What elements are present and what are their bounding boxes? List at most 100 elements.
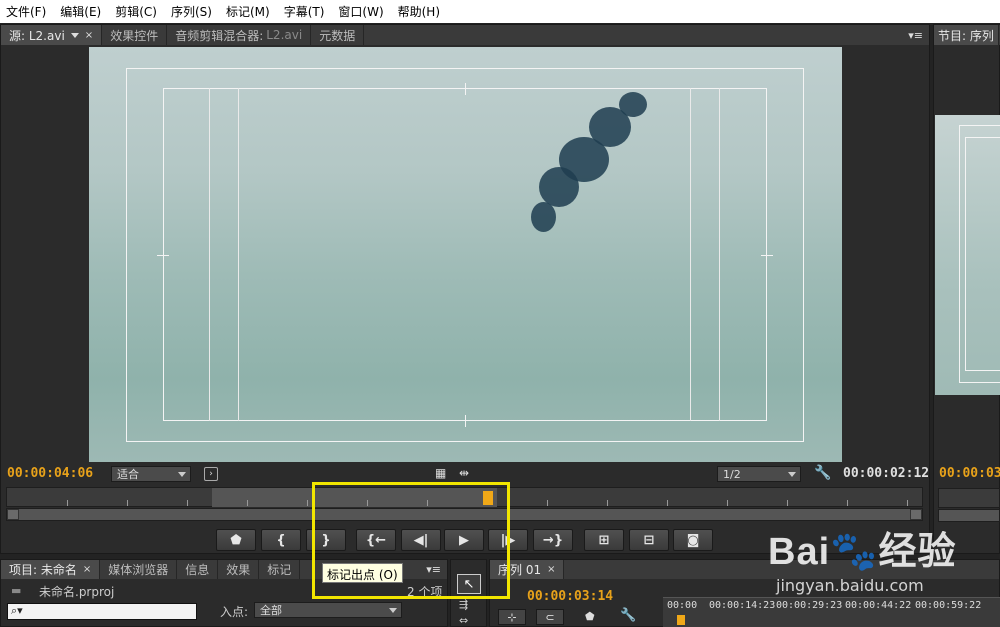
timeline-ruler[interactable]: 00:00 00:00:14:23 00:00:29:23 00:00:44:2… [663,597,1000,627]
tab-effects-label: 效果 [226,563,251,577]
ruler-tick [67,500,68,506]
ruler-tick [127,500,128,506]
track-select-tool-icon[interactable]: ⇶ [459,598,468,611]
fit-select-value: 适合 [117,468,139,481]
export-frame-icon[interactable]: › [204,467,218,481]
mark-out-tooltip: 标记出点 (O) [322,563,403,583]
program-monitor-panel: 节目: 序列 00:00:03: [933,24,1000,554]
close-icon[interactable]: × [547,564,555,575]
guide-line [690,88,691,421]
ruler-tick [607,500,608,506]
menu-help[interactable]: 帮助(H) [398,3,440,20]
wrench-icon[interactable]: 🔧 [620,608,636,623]
tab-metadata[interactable]: 元数据 [311,25,365,45]
export-frame-button[interactable]: ◙ [673,529,713,551]
tab-effect-controls[interactable]: 效果控件 [102,25,168,45]
mark-in-icon: { [276,532,286,548]
ruler-tick [247,500,248,506]
film-strip-icon[interactable]: ▦ [435,466,446,480]
tab-markers[interactable]: 标记 [259,560,301,579]
close-icon[interactable]: × [83,564,91,575]
chevron-down-icon[interactable] [70,32,79,38]
go-to-out-button[interactable]: →} [533,529,573,551]
ruler-tick [547,500,548,506]
guide-line [238,88,239,421]
tab-program-label: 节目: 序列 [938,28,994,43]
center-tick [465,83,466,95]
ruler-tick [667,500,668,506]
drag-audio-video-icon[interactable]: ⇹ [459,466,469,480]
linked-selection-icon[interactable]: ⊂ [536,609,564,625]
resolution-select-value: 1/2 [723,467,741,481]
add-marker-icon[interactable]: ⬟ [585,610,595,623]
menu-edit[interactable]: 编辑(E) [60,3,101,20]
source-monitor-panel: 源: L2.avi × 效果控件 音频剪辑混合器: L2.avi 元数据 ▾≡ … [0,24,930,554]
ruler-tick [847,500,848,506]
guide-line [209,88,210,421]
in-point-label: 入点: [220,605,249,619]
timeline-current-time[interactable]: 00:00:03:14 [527,589,613,604]
project-file-name: 未命名.prproj [39,585,115,599]
center-tick [761,255,773,256]
fit-select[interactable]: 适合 [111,466,191,482]
overwrite-button[interactable]: ⊟ [629,529,669,551]
tab-source-label: 源: L2.avi [9,28,65,43]
timeline-playhead-icon[interactable] [677,615,685,625]
program-video-frame [935,115,1000,395]
watermark-brand-2: 经验 [878,531,957,573]
tab-media-browser[interactable]: 媒体浏览器 [100,560,178,579]
tab-markers-label: 标记 [267,563,292,577]
zoom-handle-right[interactable] [910,509,922,520]
tab-effects[interactable]: 效果 [218,560,260,579]
ruler-time-2: 00:00:29:23 [776,600,843,611]
menu-bar: 文件(F) 编辑(E) 剪辑(C) 序列(S) 标记(M) 字幕(T) 窗口(W… [0,0,1000,23]
resolution-select[interactable]: 1/2 [717,466,801,482]
ripple-edit-tool-icon[interactable]: ⇔ [459,614,468,627]
ruler-tick [307,500,308,506]
guide-line [719,88,720,421]
tab-audio-mixer-clip: L2.avi [266,28,303,42]
zoom-handle-left[interactable] [7,509,19,520]
search-icon: ⌕▾ [11,604,23,617]
add-marker-button[interactable]: ⬟ [216,529,256,551]
wrench-icon[interactable]: 🔧 [814,465,831,481]
tab-program[interactable]: 节目: 序列 [934,25,999,45]
tab-audio-clip-mixer[interactable]: 音频剪辑混合器: L2.avi [167,25,312,45]
insert-icon: ⊞ [598,532,610,548]
close-icon[interactable]: × [85,30,93,41]
tab-audio-mixer-label: 音频剪辑混合器: [175,28,264,43]
tab-metadata-label: 元数据 [319,28,356,43]
overwrite-icon: ⊟ [643,532,655,548]
snap-icon[interactable]: ⊹ [498,609,526,625]
source-duration: 00:00:02:12 [843,466,930,481]
tab-info[interactable]: 信息 [177,560,219,579]
source-current-time[interactable]: 00:00:04:06 [7,466,93,481]
ruler-time-0: 00:00 [667,600,698,611]
menu-sequence[interactable]: 序列(S) [171,3,212,20]
program-time-ruler[interactable] [938,488,1000,508]
add-marker-icon: ⬟ [230,532,242,548]
ruler-time-1: 00:00:14:23 [709,600,776,611]
center-tick [465,415,466,427]
mark-in-button[interactable]: { [261,529,301,551]
ruler-time-3: 00:00:44:22 [845,600,912,611]
menu-title[interactable]: 字幕(T) [284,3,325,20]
panel-menu-icon[interactable]: ▾≡ [902,25,929,45]
tab-media-browser-label: 媒体浏览器 [108,563,169,577]
menu-file[interactable]: 文件(F) [6,3,46,20]
chevron-down-icon [178,472,186,477]
ruler-tick [907,500,908,506]
menu-marker[interactable]: 标记(M) [226,3,270,20]
tab-source[interactable]: 源: L2.avi × [1,25,103,45]
insert-button[interactable]: ⊞ [584,529,624,551]
project-search-input[interactable]: ⌕▾ [7,603,197,620]
ruler-tick [727,500,728,506]
menu-clip[interactable]: 剪辑(C) [115,3,157,20]
camera-icon: ◙ [686,532,700,548]
paw-icon: 🐾 [830,531,879,573]
go-to-out-icon: →} [542,532,564,548]
menu-window[interactable]: 窗口(W) [338,3,383,20]
tab-project[interactable]: 项目: 未命名 × [1,560,101,579]
program-current-time[interactable]: 00:00:03: [939,466,1000,481]
in-point-select[interactable]: 全部 [254,602,402,618]
